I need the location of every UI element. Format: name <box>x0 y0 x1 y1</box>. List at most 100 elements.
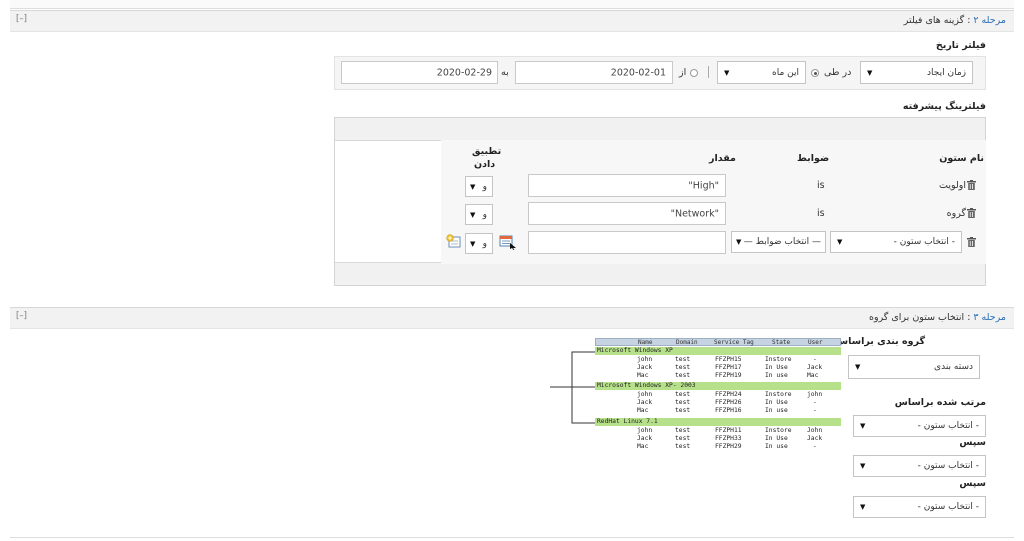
add-criteria-icon[interactable] <box>446 234 462 249</box>
new-row-column-value: - انتخاب ستون - <box>893 237 955 247</box>
preview-group-title: Microsoft Windows XP- 2003 <box>597 382 696 389</box>
chevron-down-icon: ▼ <box>736 238 742 246</box>
preview-cell: Jack <box>637 435 653 442</box>
row-value: "High" <box>688 180 719 191</box>
new-row-column-select[interactable]: - انتخاب ستون - ▼ <box>830 231 962 253</box>
top-border <box>10 0 1014 9</box>
advanced-filter-bottom-strip <box>335 262 985 285</box>
preview-cell: test <box>675 407 691 414</box>
group-tree-lines <box>550 349 599 426</box>
bottom-border <box>10 537 1014 538</box>
new-row-value-input[interactable] <box>528 231 726 254</box>
preview-cell: Instore <box>765 427 792 434</box>
preview-cell: - <box>813 356 817 363</box>
new-row-criteria-select[interactable]: — انتخاب ضوابط — ▼ <box>731 231 826 253</box>
sort-by-select-1[interactable]: - انتخاب ستون - ▼ <box>853 415 986 437</box>
group-by-select[interactable]: دسته بندی ▼ <box>848 355 980 379</box>
preview-cell: FFZPH26 <box>715 399 742 406</box>
preview-cell: Jack <box>807 364 823 371</box>
preview-cell: In use <box>765 443 788 450</box>
preview-cell: test <box>675 391 691 398</box>
new-row-join-value: و <box>482 238 487 249</box>
preview-cell: test <box>675 443 691 450</box>
col-header-apply-line1: تطبیق <box>472 146 502 157</box>
preview-cell: - <box>813 443 817 450</box>
trash-icon[interactable] <box>967 180 976 190</box>
group-by-value: دسته بندی <box>934 362 973 372</box>
preview-cell: Mac <box>637 407 649 414</box>
preview-header-service-tag: Service Tag <box>714 339 754 346</box>
row-column-name: اولویت <box>938 180 966 191</box>
from-radio[interactable] <box>690 69 698 77</box>
col-header-value: مقدار <box>709 153 736 164</box>
preview-cell: FFZPH16 <box>715 407 742 414</box>
row-value-input[interactable]: "High" <box>528 174 726 197</box>
preview-cell: Mac <box>807 372 819 379</box>
row-criteria: is <box>817 208 825 219</box>
preview-cell: test <box>675 435 691 442</box>
preview-cell: In Use <box>765 364 788 371</box>
chevron-down-icon: ▼ <box>724 68 730 77</box>
from-date-value: 2020-02-01 <box>610 67 666 78</box>
step3-number: مرحله ۳ <box>973 312 1006 323</box>
step2-title: مرحله ۲ : گزینه های فیلتر <box>904 15 1006 26</box>
step3-title: مرحله ۳ : انتخاب ستون برای گروه <box>869 312 1006 323</box>
group-by-label: گروه بندی براساس <box>835 336 925 347</box>
preview-cell: FFZPH33 <box>715 435 742 442</box>
sort-by-value-2: - انتخاب ستون - <box>917 461 979 471</box>
date-filter-heading: فیلتر تاریخ <box>935 40 986 51</box>
preview-cell: John <box>807 427 823 434</box>
date-field-value: زمان ایجاد <box>927 67 966 78</box>
chevron-down-icon: ▼ <box>855 363 861 371</box>
preview-cell: In Use <box>765 399 788 406</box>
chevron-down-icon: ▼ <box>470 182 476 191</box>
preview-cell: FFZPH19 <box>715 372 742 379</box>
step3-collapse-toggle[interactable]: [–] <box>16 311 27 321</box>
from-date-input[interactable]: 2020-02-01 <box>515 61 673 84</box>
trash-icon[interactable] <box>967 237 976 247</box>
row-value-input[interactable]: "Network" <box>528 202 726 225</box>
row-column-name: گروه <box>946 208 966 219</box>
calendar-picker-icon[interactable] <box>499 234 517 250</box>
preview-cell: FFZPH15 <box>715 356 742 363</box>
preview-header-user: User <box>808 339 823 346</box>
preview-group-title: Microsoft Windows XP <box>597 347 673 354</box>
preview-cell: john <box>637 356 653 363</box>
step2-number: مرحله ۲ <box>973 15 1006 26</box>
preview-header-name: Name <box>638 339 653 346</box>
preview-cell: Jack <box>637 399 653 406</box>
preview-cell: Instore <box>765 391 792 398</box>
preview-cell: test <box>675 427 691 434</box>
preview-header-domain: Domain <box>676 339 698 346</box>
preview-header-row: Name Domain Service Tag State User <box>595 338 841 346</box>
sort-by-select-3[interactable]: - انتخاب ستون - ▼ <box>853 496 986 518</box>
separator <box>708 66 709 78</box>
chevron-down-icon: ▼ <box>860 462 866 470</box>
step2-collapse-toggle[interactable]: [–] <box>16 14 27 24</box>
advanced-filter-top-strip <box>335 118 985 141</box>
row-join-value: و <box>482 181 487 192</box>
preview-cell: Mac <box>637 443 649 450</box>
col-header-name: نام ستون <box>939 153 984 164</box>
new-row-join-select[interactable]: و ▼ <box>465 233 493 254</box>
step3-title-text: : انتخاب ستون برای گروه <box>869 312 974 323</box>
row-criteria: is <box>817 180 825 191</box>
trash-icon[interactable] <box>967 208 976 218</box>
new-row-criteria-value: — انتخاب ضوابط — <box>743 237 821 247</box>
col-header-apply-line2: دادن <box>474 159 496 170</box>
sort-by-select-2[interactable]: - انتخاب ستون - ▼ <box>853 455 986 477</box>
advanced-filter-heading: فیلترینگ پیشرفته <box>902 101 986 112</box>
date-field-select[interactable]: زمان ایجاد ▼ <box>860 61 973 84</box>
row-join-select[interactable]: و ▼ <box>465 176 493 197</box>
preview-cell: Mac <box>637 372 649 379</box>
period-select[interactable]: این ماه ▼ <box>717 61 806 84</box>
to-date-input[interactable]: 2020-02-29 <box>341 61 498 84</box>
row-join-select[interactable]: و ▼ <box>465 204 493 225</box>
sort-by-value-1: - انتخاب ستون - <box>917 421 979 431</box>
during-radio[interactable] <box>811 69 819 77</box>
preview-cell: john <box>637 391 653 398</box>
sort-by-label: مرتب شده براساس <box>894 397 986 408</box>
preview-cell: FFZPH17 <box>715 364 742 371</box>
preview-group-title: RedHat Linux 7.1 <box>597 418 658 425</box>
preview-group-row: RedHat Linux 7.1 <box>595 418 841 426</box>
